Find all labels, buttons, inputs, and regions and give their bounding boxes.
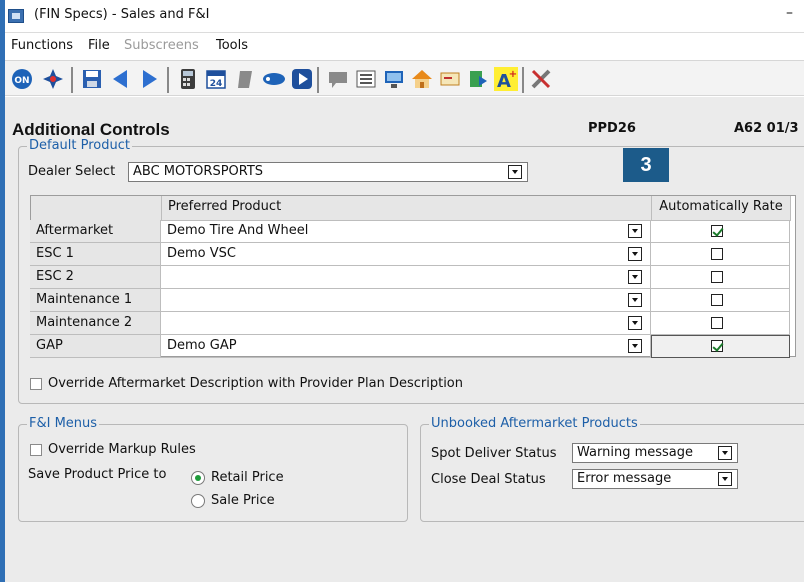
preferred-product-cell[interactable] (161, 289, 651, 312)
table-row: ESC 2 (30, 266, 796, 289)
row-label: ESC 2 (30, 266, 161, 289)
compass-icon[interactable] (41, 67, 65, 91)
row-label: Maintenance 1 (30, 289, 161, 312)
screen-number: A62 01/3 (734, 121, 799, 136)
auto-rate-checkbox[interactable] (711, 340, 723, 352)
tools-icon[interactable] (530, 67, 554, 91)
table-row: Maintenance 2 (30, 312, 796, 335)
product-dropdown-arrow[interactable] (628, 270, 642, 284)
toolbar: ON 24 A + (5, 60, 804, 96)
table-row: Aftermarket Demo Tire And Wheel (30, 220, 796, 243)
product-dropdown-arrow[interactable] (628, 293, 642, 307)
fi-menus-legend: F&I Menus (27, 416, 100, 431)
row-label: ESC 1 (30, 243, 161, 266)
close-deal-dropdown-arrow[interactable] (718, 472, 732, 486)
toolbar-separator (71, 67, 73, 93)
minimize-button[interactable]: – (786, 5, 793, 21)
retail-price-radio[interactable] (191, 471, 205, 485)
card-icon[interactable] (438, 67, 462, 91)
product-dropdown-arrow[interactable] (628, 224, 642, 238)
default-product-legend: Default Product (27, 138, 132, 153)
calendar-icon[interactable]: 24 (204, 67, 228, 91)
row-label: Aftermarket (30, 220, 161, 243)
table-row: Maintenance 1 (30, 289, 796, 312)
dealer-dropdown-arrow[interactable] (508, 165, 522, 179)
tag-icon[interactable] (262, 67, 286, 91)
unbooked-aftermarket-legend: Unbooked Aftermarket Products (429, 416, 640, 431)
product-dropdown-arrow[interactable] (628, 247, 642, 261)
sale-price-radio[interactable] (191, 494, 205, 508)
preferred-product-cell[interactable] (161, 312, 651, 335)
window-title: (FIN Specs) - Sales and F&I (34, 7, 210, 22)
column-header-preferred-product: Preferred Product (162, 196, 652, 221)
save-icon[interactable] (80, 67, 104, 91)
list-icon[interactable] (354, 67, 378, 91)
page-title: Additional Controls (12, 120, 170, 139)
on-icon[interactable]: ON (10, 67, 34, 91)
dealer-select-value: ABC MOTORSPORTS (133, 164, 264, 179)
screen-code: PPD26 (588, 121, 636, 136)
menu-functions[interactable]: Functions (11, 38, 73, 53)
toolbar-separator (167, 67, 169, 93)
close-deal-status-value: Error message (577, 471, 672, 486)
app-icon (8, 9, 24, 23)
document-gray-icon (234, 67, 258, 91)
auto-rate-checkbox[interactable] (711, 271, 723, 283)
dealer-select[interactable]: ABC MOTORSPORTS (128, 162, 528, 182)
preferred-product-cell[interactable]: Demo Tire And Wheel (161, 220, 651, 243)
dealer-select-label: Dealer Select (28, 164, 116, 179)
monitor-icon[interactable] (382, 67, 406, 91)
product-dropdown-arrow[interactable] (628, 316, 642, 330)
close-deal-status-select[interactable]: Error message (572, 469, 738, 489)
preferred-product-cell[interactable]: Demo GAP (161, 335, 651, 358)
export-icon[interactable] (466, 67, 490, 91)
menu-bar: Functions File Subscreens Tools (5, 36, 804, 58)
sale-price-label: Sale Price (211, 493, 275, 508)
product-dropdown-arrow[interactable] (628, 339, 642, 353)
table-row: ESC 1 Demo VSC (30, 243, 796, 266)
text-a-plus-icon[interactable]: A + (494, 67, 518, 91)
comment-icon (326, 67, 350, 91)
preferred-product-value: Demo GAP (167, 338, 237, 353)
spot-deliver-dropdown-arrow[interactable] (718, 446, 732, 460)
toolbar-separator (522, 67, 524, 93)
calendar-day: 24 (210, 79, 223, 89)
home-icon[interactable] (410, 67, 434, 91)
row-label: GAP (30, 335, 161, 358)
override-aftermarket-description-label: Override Aftermarket Description with Pr… (48, 376, 464, 391)
forward-icon[interactable] (138, 67, 162, 91)
preferred-product-value: Demo VSC (167, 246, 236, 261)
save-product-price-label: Save Product Price to (28, 467, 167, 482)
play-icon[interactable] (290, 67, 314, 91)
spot-deliver-status-select[interactable]: Warning message (572, 443, 738, 463)
preferred-product-cell[interactable] (161, 266, 651, 289)
svg-text:+: + (509, 69, 517, 80)
preferred-product-cell[interactable]: Demo VSC (161, 243, 651, 266)
svg-text:ON: ON (14, 76, 29, 86)
auto-rate-checkbox[interactable] (711, 317, 723, 329)
column-header-automatically-rate: Automatically Rate (652, 196, 791, 221)
close-deal-status-label: Close Deal Status (431, 472, 546, 487)
spot-deliver-status-value: Warning message (577, 445, 694, 460)
override-aftermarket-description-checkbox[interactable] (30, 378, 42, 390)
menu-subscreens: Subscreens (124, 38, 199, 53)
override-markup-rules-label: Override Markup Rules (48, 442, 196, 457)
spot-deliver-status-label: Spot Deliver Status (431, 446, 557, 461)
override-markup-rules-checkbox[interactable] (30, 444, 42, 456)
menu-file[interactable]: File (88, 38, 110, 53)
menu-tools[interactable]: Tools (216, 38, 248, 53)
auto-rate-checkbox[interactable] (711, 294, 723, 306)
table-corner (31, 196, 162, 221)
auto-rate-checkbox[interactable] (711, 225, 723, 237)
row-label: Maintenance 2 (30, 312, 161, 335)
table-row: GAP Demo GAP (30, 335, 796, 358)
preferred-product-value: Demo Tire And Wheel (167, 223, 309, 238)
calculator-icon[interactable] (176, 67, 200, 91)
toolbar-separator (317, 67, 319, 93)
auto-rate-checkbox[interactable] (711, 248, 723, 260)
back-icon[interactable] (108, 67, 132, 91)
step-badge: 3 (623, 148, 669, 182)
retail-price-label: Retail Price (211, 470, 284, 485)
